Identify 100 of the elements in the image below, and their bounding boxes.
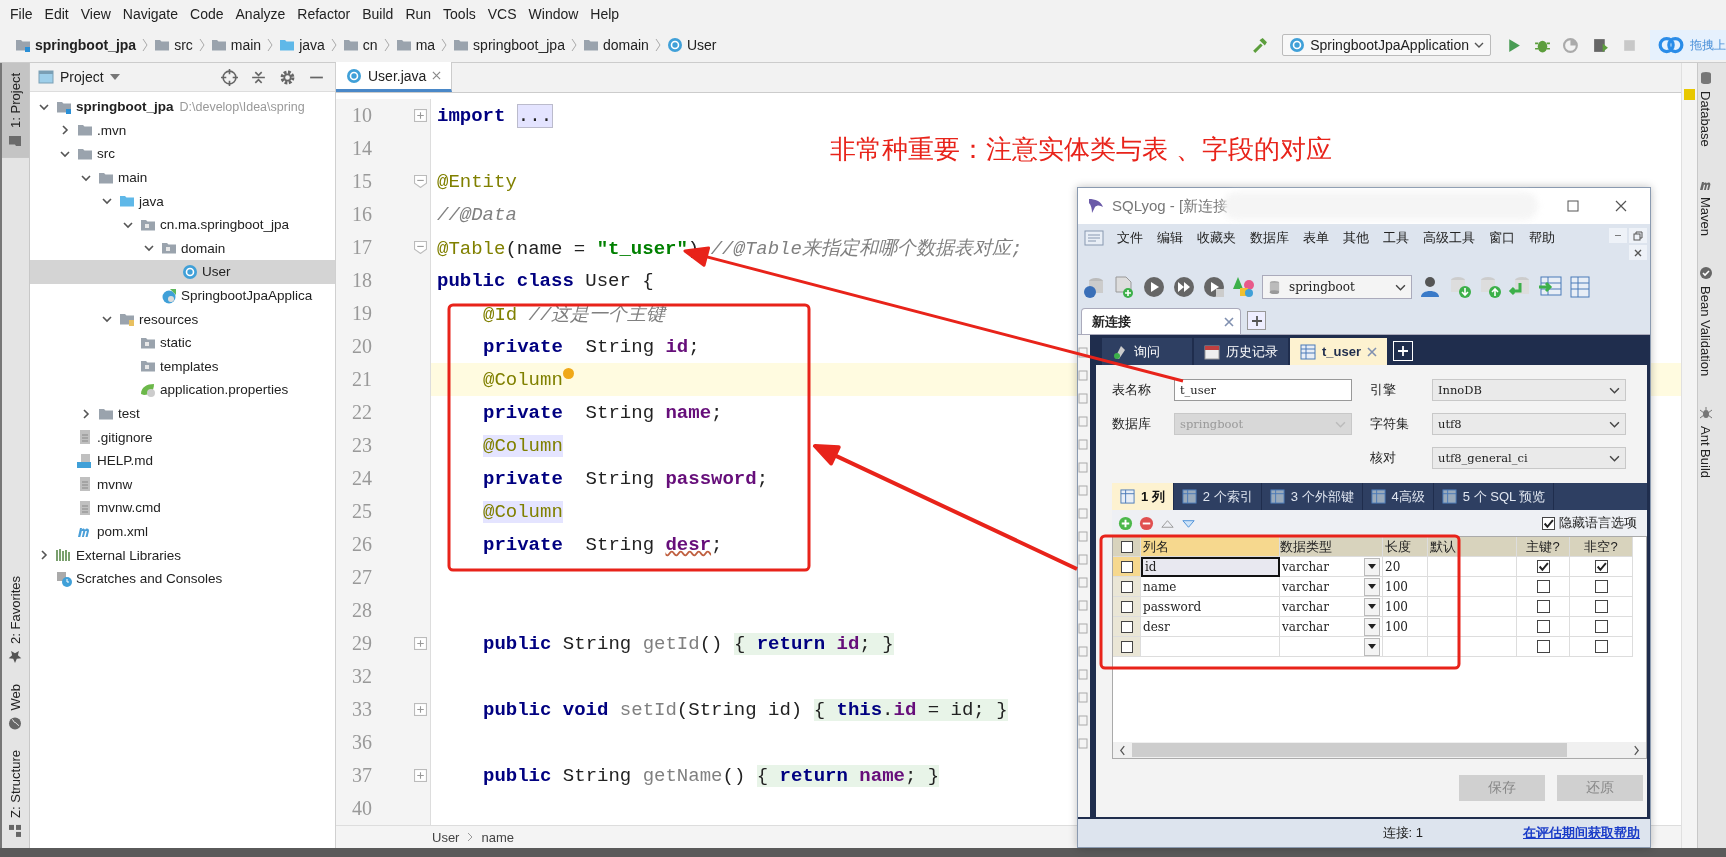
- connect-icon[interactable]: [1082, 275, 1106, 299]
- default-value-cell[interactable]: [1428, 637, 1517, 657]
- not-null-checkbox[interactable]: [1594, 600, 1608, 613]
- menu-item[interactable]: File: [4, 6, 39, 22]
- menu-item[interactable]: Help: [584, 6, 626, 22]
- menu-item[interactable]: 其他: [1336, 228, 1376, 248]
- execute-icon[interactable]: [1142, 275, 1166, 299]
- default-value-cell[interactable]: [1428, 597, 1517, 617]
- tree-item[interactable]: main: [30, 165, 335, 190]
- tree-item[interactable]: SpringbootJpaApplica: [30, 283, 335, 308]
- breadcrumb-item[interactable]: java: [276, 37, 328, 53]
- column-header[interactable]: 主键?: [1517, 537, 1570, 557]
- data-type-dropdown[interactable]: varchar: [1280, 617, 1382, 636]
- menu-item[interactable]: 表单: [1296, 228, 1336, 248]
- primary-key-checkbox[interactable]: [1536, 620, 1550, 633]
- collapse-fold-icon[interactable]: [414, 175, 427, 188]
- default-value-cell[interactable]: [1428, 577, 1517, 597]
- menu-item[interactable]: 高级工具: [1416, 228, 1482, 248]
- menu-item[interactable]: Build: [356, 6, 400, 22]
- not-null-checkbox[interactable]: [1594, 580, 1608, 593]
- tool-window-tab[interactable]: Bean Validation: [1698, 257, 1713, 398]
- expand-fold-icon[interactable]: [414, 703, 427, 716]
- expand-fold-icon[interactable]: [414, 109, 427, 122]
- menu-item[interactable]: Analyze: [229, 6, 292, 22]
- menu-item[interactable]: VCS: [481, 6, 523, 22]
- tree-item[interactable]: mvnw.cmd: [30, 496, 335, 520]
- menu-item[interactable]: 帮助: [1522, 228, 1562, 248]
- menu-item[interactable]: 编辑: [1150, 228, 1190, 248]
- connection-tab[interactable]: 新连接: [1081, 308, 1241, 334]
- tool-window-tab[interactable]: Database: [1698, 63, 1713, 169]
- tool-window-tab[interactable]: Web: [2, 673, 29, 741]
- data-type-dropdown[interactable]: varchar: [1280, 597, 1382, 616]
- column-name-cell[interactable]: [1141, 637, 1280, 657]
- length-cell[interactable]: [1383, 637, 1428, 657]
- horizontal-scrollbar[interactable]: [1113, 742, 1646, 758]
- charset-dropdown[interactable]: utf8: [1432, 413, 1626, 435]
- menu-item[interactable]: 数据库: [1243, 228, 1296, 248]
- tree-item[interactable]: .mvn: [30, 118, 335, 143]
- column-header[interactable]: 默认: [1428, 537, 1517, 557]
- add-icon[interactable]: [1118, 515, 1133, 531]
- tree-item[interactable]: External Libraries: [30, 543, 335, 567]
- not-null-checkbox[interactable]: [1594, 560, 1608, 573]
- menu-item[interactable]: Code: [184, 6, 230, 22]
- restore-button[interactable]: [1629, 228, 1647, 243]
- query-tab[interactable]: 询问: [1102, 338, 1192, 365]
- column-name-cell[interactable]: password: [1141, 597, 1280, 617]
- close-button[interactable]: [1629, 245, 1647, 260]
- data-type-dropdown[interactable]: varchar: [1280, 557, 1382, 576]
- help-link[interactable]: 在评估期间获取帮助: [1523, 824, 1640, 842]
- profiler-icon[interactable]: [1592, 36, 1609, 54]
- breadcrumb-item[interactable]: ma: [392, 37, 439, 53]
- breadcrumb-item[interactable]: domain: [579, 37, 652, 53]
- section-tab[interactable]: 1 列: [1112, 483, 1174, 510]
- not-null-checkbox[interactable]: [1594, 640, 1608, 653]
- menu-item[interactable]: 收藏夹: [1190, 228, 1243, 248]
- menu-item[interactable]: View: [74, 6, 117, 22]
- tool-window-tab[interactable]: Maven: [1698, 168, 1713, 258]
- menu-item[interactable]: Edit: [38, 6, 75, 22]
- tree-item[interactable]: cn.ma.springboot_jpa: [30, 212, 335, 237]
- table-icon[interactable]: [1568, 275, 1592, 299]
- execute-all-icon[interactable]: [1172, 275, 1196, 299]
- close-icon[interactable]: [1367, 346, 1378, 357]
- length-cell[interactable]: 20: [1383, 557, 1428, 577]
- column-header[interactable]: 长度: [1383, 537, 1428, 557]
- hammer-icon[interactable]: [1251, 36, 1269, 54]
- editor-tab[interactable]: User.java: [336, 62, 453, 92]
- row-checkbox[interactable]: [1120, 580, 1133, 593]
- default-value-cell[interactable]: [1428, 557, 1517, 577]
- menu-item[interactable]: 窗口: [1482, 228, 1522, 248]
- close-icon[interactable]: [1224, 316, 1234, 327]
- row-checkbox[interactable]: [1120, 640, 1133, 653]
- scroll-right-icon[interactable]: [1633, 744, 1640, 756]
- execute-edit-icon[interactable]: [1202, 275, 1226, 299]
- locate-icon[interactable]: [221, 68, 238, 86]
- menu-item[interactable]: Run: [399, 6, 438, 22]
- shapes-icon[interactable]: [1232, 275, 1256, 299]
- row-checkbox[interactable]: [1120, 620, 1133, 633]
- collapse-fold-icon[interactable]: [414, 241, 427, 254]
- scroll-left-icon[interactable]: [1119, 744, 1126, 756]
- data-type-dropdown[interactable]: varchar: [1280, 577, 1382, 596]
- tree-item[interactable]: resources: [30, 307, 335, 331]
- column-header[interactable]: 数据类型: [1280, 537, 1383, 557]
- query-tab[interactable]: t_user: [1290, 338, 1388, 365]
- tool-window-tab[interactable]: Ant Build: [1698, 397, 1713, 500]
- tree-item[interactable]: Scratches and Consoles: [30, 566, 335, 591]
- length-cell[interactable]: 100: [1383, 597, 1428, 617]
- primary-key-checkbox[interactable]: [1536, 600, 1550, 613]
- primary-key-checkbox[interactable]: [1536, 640, 1550, 653]
- collation-dropdown[interactable]: utf8_general_ci: [1432, 447, 1626, 469]
- menu-item[interactable]: Tools: [437, 6, 482, 22]
- engine-dropdown[interactable]: InnoDB: [1432, 379, 1626, 401]
- column-header[interactable]: 列名: [1141, 537, 1280, 557]
- tree-item[interactable]: User: [30, 260, 335, 284]
- settings-icon[interactable]: [279, 68, 296, 86]
- tool-window-tab[interactable]: Z: Structure: [2, 740, 29, 848]
- breadcrumb-item[interactable]: springboot_jpa: [450, 37, 568, 53]
- tree-item[interactable]: springboot_jpa D:\develop\Idea\spring: [30, 95, 335, 119]
- select-all-checkbox[interactable]: [1120, 540, 1133, 553]
- breadcrumb-item[interactable]: main: [207, 37, 265, 53]
- tree-item[interactable]: src: [30, 142, 335, 166]
